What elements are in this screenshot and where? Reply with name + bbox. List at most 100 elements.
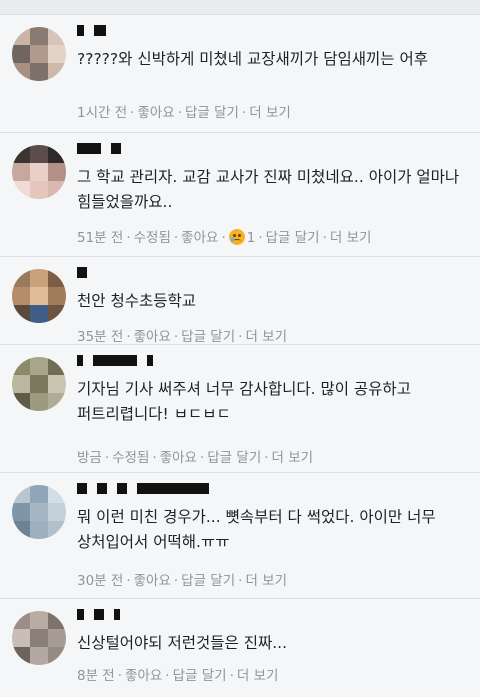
commenter-name-redacted[interactable] (77, 609, 130, 623)
edited-label[interactable]: 수정됨 (112, 446, 149, 466)
commenter-name-redacted[interactable] (77, 267, 97, 281)
avatar-pixel (48, 629, 66, 647)
avatar-pixel (48, 269, 66, 287)
comment-timestamp[interactable]: 51분 전 (77, 226, 123, 246)
redaction-bar (93, 355, 137, 366)
avatar-pixel (12, 269, 30, 287)
sad-reaction-icon[interactable] (228, 229, 245, 245)
comment-meta: 30분 전 · 좋아요 · 답글 달기 · 더 보기 (77, 569, 287, 589)
redaction-bar (137, 483, 209, 494)
meta-separator: · (104, 450, 110, 466)
more-button[interactable]: 더 보기 (245, 325, 287, 345)
meta-separator: · (126, 573, 131, 589)
reply-button[interactable]: 답글 달기 (207, 446, 261, 466)
comment-meta: 1시간 전 · 좋아요 · 답글 달기 · 더 보기 (77, 101, 291, 121)
avatar-pixel (30, 145, 48, 163)
avatar-pixel (12, 287, 30, 305)
commenter-name-redacted[interactable] (77, 143, 131, 157)
avatar[interactable] (12, 27, 66, 81)
like-button[interactable]: 좋아요 (134, 325, 171, 345)
avatar-pixel (12, 63, 30, 81)
avatar-pixel (48, 357, 66, 375)
comment-timestamp[interactable]: 30분 전 (77, 569, 123, 589)
meta-separator: · (238, 329, 243, 345)
avatar-pixel (30, 357, 48, 375)
meta-separator: · (258, 230, 263, 246)
comment-text: 그 학교 관리자. 교감 교사가 진짜 미쳤네요.. 아이가 얼마나 힘들었을까… (77, 168, 460, 211)
avatar-pixel (48, 163, 66, 181)
avatar-pixel (48, 521, 66, 539)
more-button[interactable]: 더 보기 (330, 226, 372, 246)
avatar-pixel (12, 647, 30, 665)
edited-label[interactable]: 수정됨 (134, 226, 171, 246)
like-button[interactable]: 좋아요 (160, 446, 197, 466)
avatar-pixel (30, 629, 48, 647)
avatar[interactable] (12, 611, 66, 665)
avatar-pixel (12, 611, 30, 629)
avatar-pixel (30, 269, 48, 287)
comment-text: 신상털어야되 저런것들은 진짜... (77, 634, 288, 652)
comment-text: 기자님 기사 써주셔 너무 감사합니다. 많이 공유하고 퍼트리렵니다! ㅂㄷㅂ… (77, 380, 411, 423)
commenter-name-redacted[interactable] (77, 355, 163, 369)
avatar-pixel (30, 521, 48, 539)
redaction-bar (77, 609, 84, 620)
comment-text: ?????와 신박하게 미쳤네 교장새끼가 담임새끼는 어후 (77, 50, 428, 68)
like-button[interactable]: 좋아요 (134, 569, 171, 589)
meta-separator: · (221, 230, 226, 246)
avatar-pixel (30, 305, 48, 323)
more-button[interactable]: 더 보기 (272, 446, 314, 466)
reply-button[interactable]: 답글 달기 (181, 569, 235, 589)
reaction-count[interactable]: 1 (247, 230, 256, 246)
reply-button[interactable]: 답글 달기 (181, 325, 235, 345)
meta-separator: · (264, 450, 269, 466)
meta-separator: · (199, 450, 205, 466)
avatar-pixel (12, 629, 30, 647)
meta-separator: · (229, 668, 234, 684)
avatar-pixel (30, 503, 48, 521)
avatar-pixel (48, 647, 66, 665)
like-button[interactable]: 좋아요 (181, 226, 218, 246)
more-button[interactable]: 더 보기 (249, 101, 291, 121)
comment-timestamp[interactable]: 35분 전 (77, 325, 123, 345)
meta-separator: · (126, 230, 131, 246)
like-button[interactable]: 좋아요 (125, 664, 162, 684)
like-button[interactable]: 좋아요 (137, 101, 174, 121)
more-button[interactable]: 더 보기 (237, 664, 279, 684)
redaction-bar (77, 483, 87, 494)
meta-separator: · (117, 668, 123, 684)
more-button[interactable]: 더 보기 (245, 569, 287, 589)
avatar-pixel (48, 305, 66, 323)
avatar-pixel (12, 45, 30, 63)
comment-item: 신상털어야되 저런것들은 진짜... 8분 전 · 좋아요 · 답글 달기 · 더 보기 (0, 598, 480, 697)
commenter-name-redacted[interactable] (77, 483, 219, 497)
avatar-pixel (12, 27, 30, 45)
reply-button[interactable]: 답글 달기 (266, 226, 320, 246)
reply-button[interactable]: 답글 달기 (185, 101, 239, 121)
avatar-pixel (30, 611, 48, 629)
avatar[interactable] (12, 145, 66, 199)
commenter-name-redacted[interactable] (77, 25, 116, 39)
avatar[interactable] (12, 357, 66, 411)
avatar-pixel (48, 145, 66, 163)
avatar-pixel (12, 163, 30, 181)
meta-separator: · (152, 450, 157, 466)
avatar-pixel (30, 45, 48, 63)
comment-timestamp[interactable]: 방금 (77, 446, 102, 466)
comment-feed: ?????와 신박하게 미쳤네 교장새끼가 담임새끼는 어후 1시간 전 · 좋아요 ·… (0, 0, 480, 697)
comment-timestamp[interactable]: 8분 전 (77, 664, 115, 684)
avatar[interactable] (12, 485, 66, 539)
meta-separator: · (165, 668, 170, 684)
reply-button[interactable]: 답글 달기 (173, 664, 227, 684)
comment-meta: 51분 전 · 수정됨 · 좋아요 · 1 · 답글 달기 · 더 보기 (77, 226, 371, 246)
redaction-bar (117, 483, 127, 494)
meta-separator: · (130, 105, 135, 121)
meta-separator: · (173, 329, 179, 345)
avatar-pixel (48, 375, 66, 393)
comment-timestamp[interactable]: 1시간 전 (77, 101, 127, 121)
avatar-pixel (30, 287, 48, 305)
avatar-pixel (12, 145, 30, 163)
avatar-pixel (48, 611, 66, 629)
avatar[interactable] (12, 269, 66, 323)
avatar-pixel (48, 45, 66, 63)
meta-separator: · (177, 105, 182, 121)
